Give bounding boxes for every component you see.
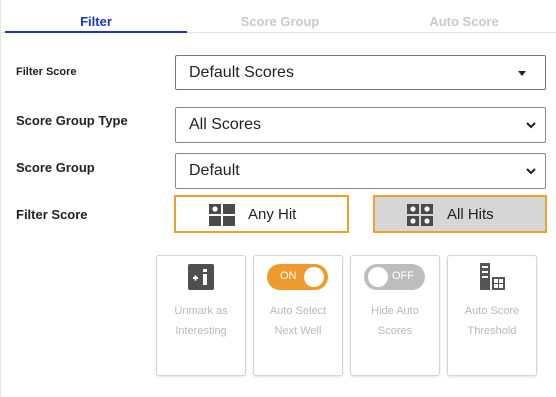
tab-auto-score[interactable]: Auto Score <box>373 14 555 29</box>
chevron-down-icon <box>526 168 536 175</box>
filter-score-label: Filter Score <box>16 66 77 78</box>
filter-panel: Filter Score Group Auto Score Filter Sco… <box>0 0 556 397</box>
score-group-value: Default <box>189 162 240 179</box>
any-hit-button[interactable]: Any Hit <box>174 195 349 233</box>
unmark-interesting-tile[interactable]: Unmark as Interesting <box>156 255 246 376</box>
score-group-type-select[interactable]: All Scores <box>175 107 546 143</box>
toggle-on-icon[interactable]: ON <box>267 264 328 290</box>
unmark-interesting-label: Unmark as Interesting <box>174 305 228 337</box>
score-group-type-label: Score Group Type <box>16 113 128 128</box>
unmark-interesting-icon <box>188 264 214 290</box>
hide-auto-scores-tile[interactable]: OFF Hide Auto Scores <box>350 255 440 376</box>
score-group-select[interactable]: Default <box>175 153 546 189</box>
auto-select-next-well-tile[interactable]: ON Auto Select Next Well <box>253 255 343 376</box>
chevron-down-icon <box>526 122 536 129</box>
tab-score-group[interactable]: Score Group <box>193 14 367 29</box>
any-hit-grid-icon <box>209 204 235 226</box>
filter-score-select[interactable]: Default Scores <box>175 55 546 90</box>
threshold-icon <box>480 263 505 290</box>
toggle-off-icon[interactable]: OFF <box>364 264 425 290</box>
caret-down-icon <box>518 71 526 76</box>
score-group-type-value: All Scores <box>189 116 262 133</box>
all-hits-grid-icon <box>407 204 433 226</box>
all-hits-label: All Hits <box>447 206 494 223</box>
toggle-off-text: OFF <box>392 270 414 282</box>
tab-filter[interactable]: Filter <box>5 14 187 33</box>
toggle-knob <box>304 267 324 287</box>
filter-score-value: Default Scores <box>189 64 294 81</box>
tab-bar: Filter Score Group Auto Score <box>1 0 556 33</box>
auto-score-threshold-label: Auto Score Threshold <box>464 305 520 337</box>
toggle-on-text: ON <box>280 270 297 282</box>
score-group-label: Score Group <box>16 160 95 175</box>
auto-score-threshold-tile[interactable]: Auto Score Threshold <box>447 255 537 376</box>
auto-select-next-well-label: Auto Select Next Well <box>269 305 327 337</box>
any-hit-label: Any Hit <box>248 206 297 223</box>
hide-auto-scores-label: Hide Auto Scores <box>371 305 419 337</box>
hit-filter-label: Filter Score <box>16 207 88 222</box>
toggle-knob <box>368 267 388 287</box>
all-hits-button[interactable]: All Hits <box>373 195 547 233</box>
